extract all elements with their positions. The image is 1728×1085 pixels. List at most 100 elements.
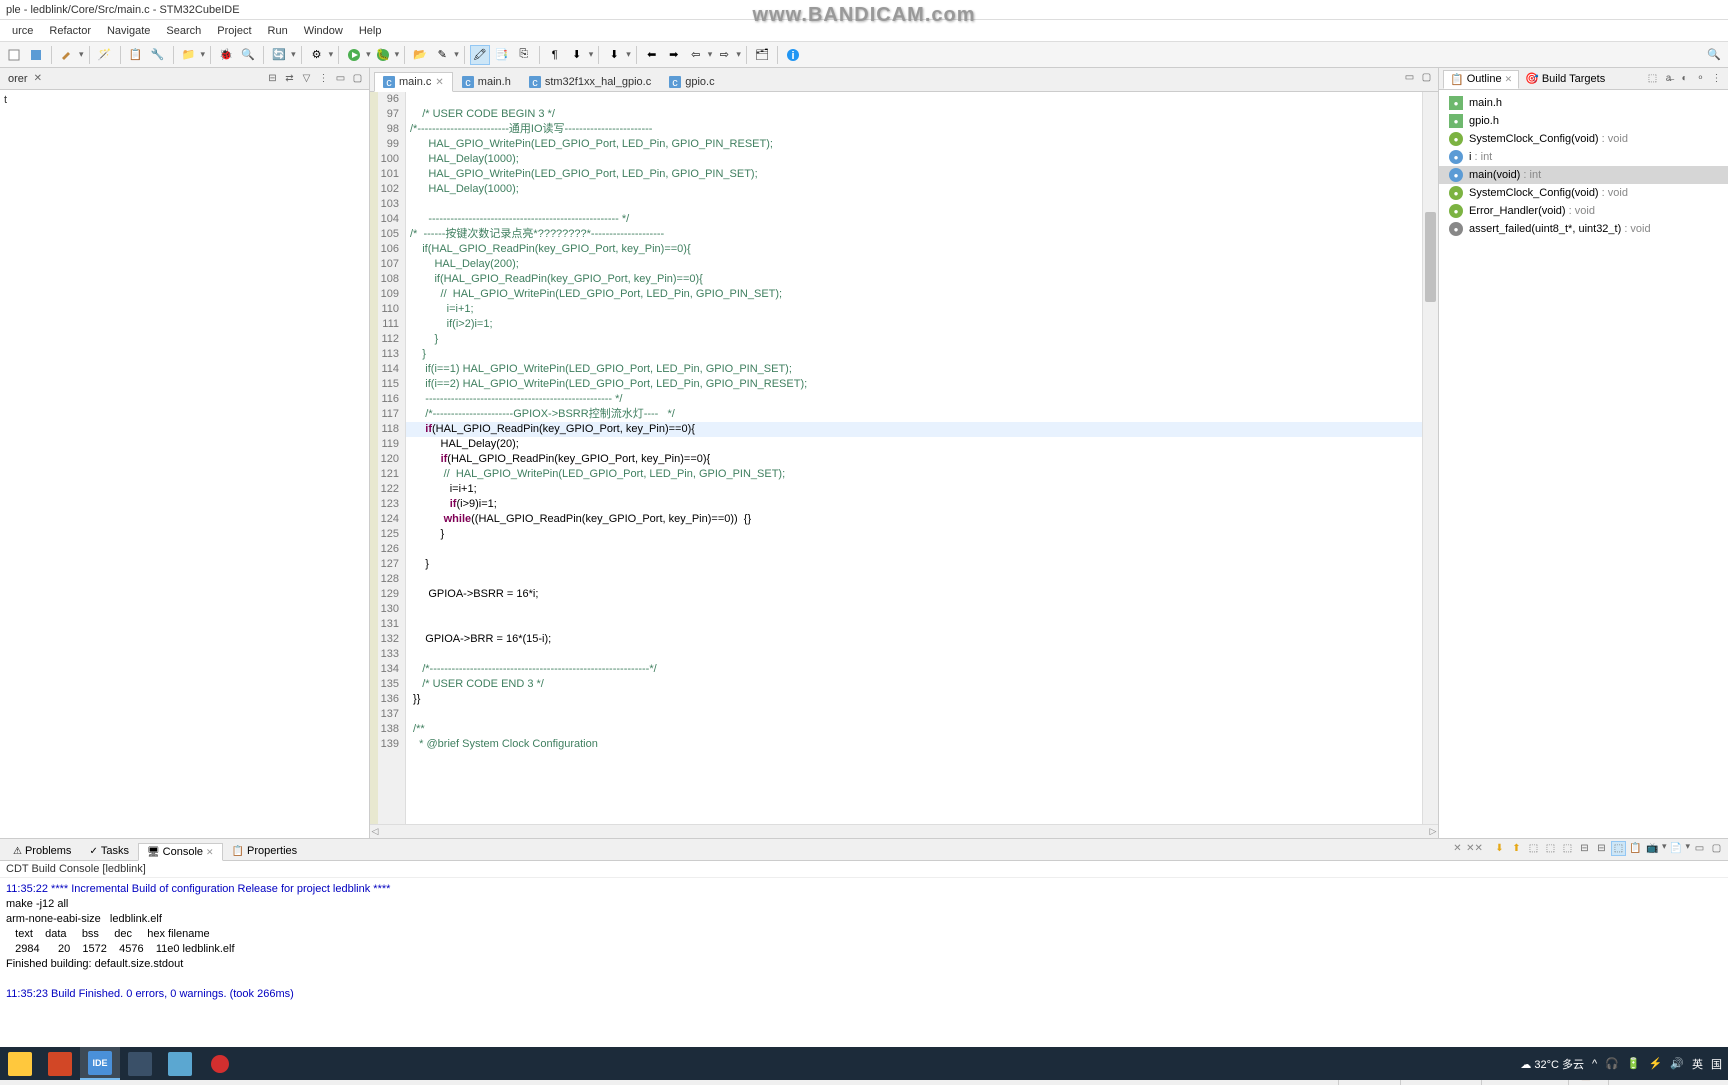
taskbar-record[interactable] [200,1047,240,1080]
new-button[interactable] [4,45,24,65]
editor-tab-stm32f1xx_hal_gpio-c[interactable]: cstm32f1xx_hal_gpio.c [520,72,660,91]
remove-all-icon[interactable]: ✕✕ [1467,841,1482,856]
outline-tab-outline[interactable]: 📋 Outline ✕ [1443,70,1519,89]
menu-project[interactable]: Project [209,23,259,39]
reload-button[interactable]: 🔄 [269,45,289,65]
minimize-editor-icon[interactable]: ▭ [1402,70,1417,85]
build-button[interactable]: ⚙ [307,45,327,65]
tray-network-icon[interactable]: ⚡ [1649,1057,1663,1070]
filter-outline-icon[interactable]: ◐ [1677,71,1692,86]
remove-console-icon[interactable]: ✕ [1450,841,1465,856]
highlight-button[interactable]: 🖍 [470,45,490,65]
vertical-scrollbar[interactable] [1422,92,1438,824]
block-2[interactable]: ⬇ [567,45,587,65]
maximize-editor-icon[interactable]: ▢ [1419,70,1434,85]
editor-tab-gpio-c[interactable]: cgpio.c [660,72,723,91]
bottom-max-icon[interactable]: ▢ [1709,841,1724,856]
link-icon[interactable]: ⇄ [282,71,297,86]
tray-ime-icon[interactable]: 英 [1692,1056,1703,1072]
outline-tab-build-targets[interactable]: 🎯 Build Targets [1519,70,1611,87]
down-arrow-icon[interactable]: ⬇ [1492,841,1507,856]
tool-folder[interactable]: 📂 [410,45,430,65]
tool-pencil[interactable]: ✎ [432,45,452,65]
menu-outline-icon[interactable]: ⋮ [1709,71,1724,86]
up-arrow-icon[interactable]: ⬆ [1509,841,1524,856]
outline-item[interactable]: ●assert_failed(uint8_t*, uint32_t) : voi… [1439,220,1728,238]
menu-refactor[interactable]: Refactor [41,23,99,39]
console-opt-1[interactable]: ⬚ [1526,841,1541,856]
menu-urce[interactable]: urce [4,23,41,39]
back-button[interactable]: ⬅ [642,45,662,65]
explorer-tab[interactable]: orer [4,71,32,87]
console-opt-7[interactable]: 📋 [1628,841,1643,856]
tool-1[interactable]: 📋 [126,45,146,65]
outline-item[interactable]: ●main.h [1439,94,1728,112]
console-opt-2[interactable]: ⬚ [1543,841,1558,856]
outline-item[interactable]: ●gpio.h [1439,112,1728,130]
menu-window[interactable]: Window [296,23,351,39]
outline-item[interactable]: ●i : int [1439,148,1728,166]
menu-search[interactable]: Search [158,23,209,39]
hide-icon[interactable]: a̶ [1661,71,1676,86]
tool-2[interactable]: 🔧 [148,45,168,65]
menu-help[interactable]: Help [351,23,390,39]
tray-chevron-icon[interactable]: ^ [1592,1058,1597,1070]
tray-ime2-icon[interactable]: 国 [1711,1056,1722,1072]
maximize-icon[interactable]: ▢ [350,71,365,86]
search-toolbar-button[interactable]: 🔍 [1704,45,1724,65]
taskbar-fileexplorer[interactable] [0,1047,40,1080]
sort2-icon[interactable]: ⚬ [1693,71,1708,86]
console-output[interactable]: 11:35:22 **** Incremental Build of confi… [0,878,1728,1049]
debug-btn-2[interactable]: 🔍 [238,45,258,65]
tray-icon-2[interactable]: 🔋 [1627,1057,1641,1070]
tree-root[interactable]: t [4,94,7,106]
info-button[interactable]: i [783,45,803,65]
console-opt-3[interactable]: ⬚ [1560,841,1575,856]
wand-button[interactable]: 🪄 [95,45,115,65]
debug-run-button[interactable]: 🐛 [373,45,393,65]
bottom-tab-console[interactable]: 🖥 Console ✕ [138,843,223,861]
nav-tool[interactable]: ⬇ [604,45,624,65]
outline-item[interactable]: ●Error_Handler(void) : void [1439,202,1728,220]
outline-item[interactable]: ●SystemClock_Config(void) : void [1439,184,1728,202]
console-opt-8[interactable]: 📺 [1645,841,1660,856]
fwd-button[interactable]: ➡ [664,45,684,65]
taskbar-app-2[interactable] [160,1047,200,1080]
code-editor[interactable]: 9697989910010110210310410510610710810911… [370,92,1438,824]
editor-tab-main-h[interactable]: cmain.h [453,72,520,91]
outline-item[interactable]: ●main(void) : int [1439,166,1728,184]
taskbar-powerpoint[interactable] [40,1047,80,1080]
console-opt-6[interactable]: ⬚ [1611,841,1626,856]
bottom-min-icon[interactable]: ▭ [1692,841,1707,856]
indent-button[interactable]: ⎘ [514,45,534,65]
debug-btn-1[interactable]: 🐞 [216,45,236,65]
bottom-tab-tasks[interactable]: ✓ Tasks [80,842,138,860]
scroll-right-icon[interactable]: ▷ [1428,825,1438,838]
outline-item[interactable]: ●SystemClock_Config(void) : void [1439,130,1728,148]
console-opt-4[interactable]: ⊟ [1577,841,1592,856]
collapse-icon[interactable]: ⊟ [265,71,280,86]
console-opt-9[interactable]: 📄 [1668,841,1683,856]
minimize-icon[interactable]: ▭ [333,71,348,86]
menu-navigate[interactable]: Navigate [99,23,158,39]
console-opt-5[interactable]: ⊟ [1594,841,1609,856]
menu-icon[interactable]: ⋮ [316,71,331,86]
bookmark-button[interactable]: 📑 [492,45,512,65]
close-icon[interactable]: ✕ [34,73,42,84]
scroll-left-icon[interactable]: ◁ [370,825,380,838]
editor-tab-main-c[interactable]: cmain.c✕ [374,72,453,92]
hammer-button[interactable] [57,45,77,65]
save-button[interactable] [26,45,46,65]
bottom-tab-properties[interactable]: 📋 Properties [223,842,307,860]
weather-widget[interactable]: ☁ 32°C 多云 [1520,1056,1584,1072]
taskbar-app-1[interactable] [120,1047,160,1080]
nav-back[interactable]: ⇦ [686,45,706,65]
menu-run[interactable]: Run [260,23,296,39]
run-button[interactable] [344,45,364,65]
tray-icon-1[interactable]: 🎧 [1605,1057,1619,1070]
sort-icon[interactable]: ⬚ [1645,71,1660,86]
filter-icon[interactable]: ▽ [299,71,314,86]
open-button[interactable]: 📁 [179,45,199,65]
taskbar-ide[interactable]: IDE [80,1047,120,1080]
bottom-tab-problems[interactable]: ⚠ Problems [4,842,80,860]
